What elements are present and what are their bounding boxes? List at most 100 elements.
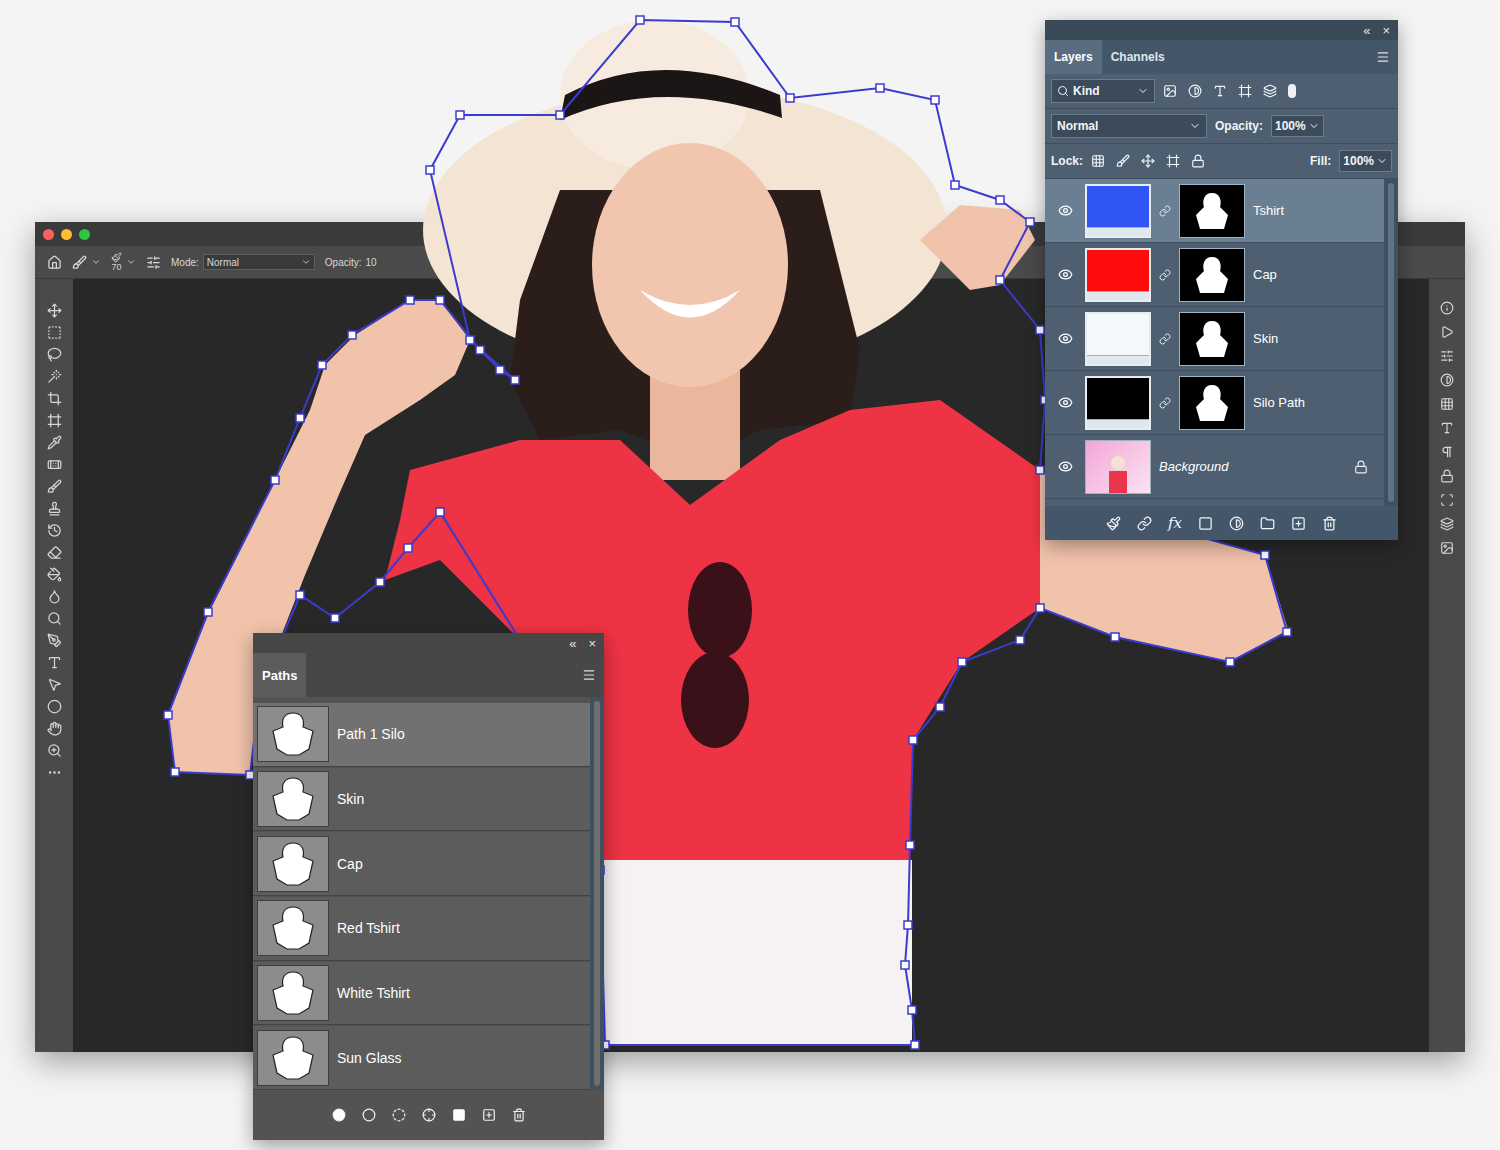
layer-row[interactable]: Tshirt	[1045, 179, 1384, 243]
panel-icon[interactable]	[1440, 373, 1454, 387]
shape-filter-icon[interactable]	[1238, 84, 1252, 98]
tool-icon[interactable]	[47, 347, 62, 362]
tool-icon[interactable]	[47, 545, 62, 560]
folder-icon[interactable]	[1260, 516, 1275, 531]
close-button[interactable]: ×	[1382, 24, 1390, 37]
fx-button[interactable]: fx	[1168, 514, 1182, 532]
tool-icon[interactable]	[47, 369, 62, 384]
tool-icon[interactable]	[47, 303, 62, 318]
new-path-icon[interactable]	[482, 1108, 496, 1122]
menu-icon[interactable]	[1376, 50, 1390, 64]
fill-path-icon[interactable]	[332, 1108, 346, 1122]
smart-object-filter-icon[interactable]	[1263, 84, 1277, 98]
layer-row[interactable]: Cap	[1045, 243, 1384, 307]
visibility-toggle[interactable]	[1053, 395, 1077, 410]
tool-icon[interactable]	[47, 633, 62, 648]
lock-all-icon[interactable]	[1191, 154, 1205, 168]
link-icon[interactable]	[1159, 269, 1171, 281]
tool-icon[interactable]	[47, 325, 62, 340]
eye-icon[interactable]	[1058, 395, 1073, 410]
brush-preset[interactable]	[72, 255, 101, 270]
tool-icon[interactable]	[47, 457, 62, 472]
tool-icon[interactable]	[47, 699, 62, 714]
panel-icon[interactable]	[1440, 421, 1454, 435]
menu-icon[interactable]	[582, 668, 596, 682]
visibility-toggle[interactable]	[1053, 331, 1077, 346]
scrollbar[interactable]	[1384, 179, 1398, 506]
path-row[interactable]: Sun Glass	[253, 1026, 590, 1090]
panel-icon[interactable]	[1440, 325, 1454, 339]
path-row[interactable]: Red Tshirt	[253, 897, 590, 961]
visibility-toggle[interactable]	[1053, 267, 1077, 282]
tool-icon[interactable]	[47, 501, 62, 516]
lock-artboard-icon[interactable]	[1166, 154, 1180, 168]
layer-row[interactable]: Silo Path	[1045, 371, 1384, 435]
opacity-field[interactable]: 100%	[1271, 115, 1324, 137]
panel-tab[interactable]: Paths	[253, 653, 306, 697]
pixel-filter-icon[interactable]	[1163, 84, 1177, 98]
eye-icon[interactable]	[1058, 203, 1073, 218]
visibility-toggle[interactable]	[1053, 459, 1077, 474]
link-icon[interactable]	[1159, 333, 1171, 345]
panel-menu[interactable]	[582, 653, 596, 697]
panel-icon[interactable]	[1440, 493, 1454, 507]
selection-icon[interactable]	[392, 1108, 406, 1122]
tool-icon[interactable]	[47, 589, 62, 604]
visibility-toggle[interactable]	[1053, 203, 1077, 218]
mask-icon[interactable]	[452, 1108, 466, 1122]
path-row[interactable]: Path 1 Silo	[253, 703, 590, 767]
tool-icon[interactable]	[47, 567, 62, 582]
panel-icon[interactable]	[1440, 469, 1454, 483]
trash-icon[interactable]	[512, 1108, 526, 1122]
close-light[interactable]	[43, 229, 54, 240]
home-icon[interactable]	[47, 255, 62, 270]
tool-icon[interactable]	[47, 413, 62, 428]
scrollbar[interactable]	[590, 697, 604, 1090]
filter-select[interactable]: Kind	[1051, 79, 1155, 103]
collapse-button[interactable]: «	[1363, 24, 1370, 37]
lock-pixels-icon[interactable]	[1091, 154, 1105, 168]
adjustment-filter-icon[interactable]	[1188, 84, 1202, 98]
adjustment-icon[interactable]	[1229, 516, 1244, 531]
brush-size[interactable]: 70	[111, 252, 136, 272]
panel-icon[interactable]	[1440, 541, 1454, 555]
panel-icon[interactable]	[1440, 517, 1454, 531]
layer-row[interactable]: Background	[1045, 435, 1384, 499]
layer-row[interactable]: Skin	[1045, 307, 1384, 371]
panel-menu[interactable]	[1376, 40, 1390, 74]
panel-icon[interactable]	[1440, 349, 1454, 363]
link-icon[interactable]	[1159, 397, 1171, 409]
close-button[interactable]: ×	[588, 637, 596, 650]
tool-icon[interactable]	[47, 655, 62, 670]
blend-select[interactable]: Normal	[1051, 114, 1207, 138]
tool-icon[interactable]	[47, 391, 62, 406]
trash-icon[interactable]	[1322, 516, 1337, 531]
panel-tab[interactable]: Layers	[1045, 40, 1102, 74]
tool-icon[interactable]	[47, 479, 62, 494]
tool-icon[interactable]	[47, 435, 62, 450]
brush-settings-icon[interactable]	[146, 255, 161, 270]
tool-icon[interactable]	[47, 611, 62, 626]
fill-field[interactable]: 100%	[1339, 150, 1392, 172]
brush-icon[interactable]	[1106, 516, 1121, 531]
tool-icon[interactable]	[47, 523, 62, 538]
lock-position-icon[interactable]	[1141, 154, 1155, 168]
minimize-light[interactable]	[61, 229, 72, 240]
lock-paint-icon[interactable]	[1116, 154, 1130, 168]
eye-icon[interactable]	[1058, 267, 1073, 282]
tool-icon[interactable]	[47, 677, 62, 692]
new-layer-icon[interactable]	[1291, 516, 1306, 531]
mask-icon[interactable]	[1198, 516, 1213, 531]
type-filter-icon[interactable]	[1213, 84, 1227, 98]
panel-icon[interactable]	[1440, 301, 1454, 315]
panel-icon[interactable]	[1440, 397, 1454, 411]
stroke-path-icon[interactable]	[362, 1108, 376, 1122]
tool-icon[interactable]	[47, 743, 62, 758]
link-icon[interactable]	[1137, 516, 1152, 531]
panel-tab[interactable]: Channels	[1102, 40, 1174, 74]
panel-icon[interactable]	[1440, 445, 1454, 459]
link-icon[interactable]	[1159, 205, 1171, 217]
tool-icon[interactable]	[47, 765, 62, 780]
path-row[interactable]: White Tshirt	[253, 962, 590, 1026]
path-row[interactable]: Cap	[253, 832, 590, 896]
